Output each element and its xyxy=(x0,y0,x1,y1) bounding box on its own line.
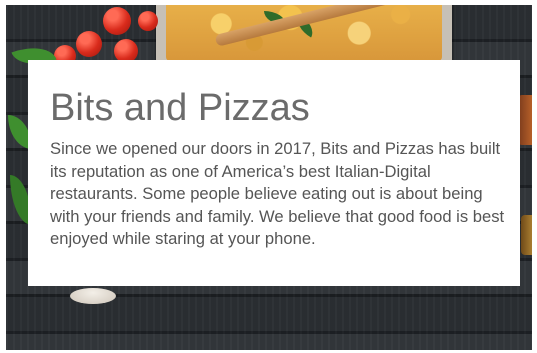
app-screen: Bits and Pizzas Since we opened our door… xyxy=(0,0,537,353)
info-card: Bits and Pizzas Since we opened our door… xyxy=(28,60,520,286)
tomato-icon xyxy=(76,31,102,57)
card-description: Since we opened our doors in 2017, Bits … xyxy=(50,139,505,249)
spice-jar xyxy=(521,215,532,255)
tomato-icon xyxy=(138,11,158,31)
spice-jar xyxy=(518,95,532,145)
garlic-clove xyxy=(70,288,116,304)
tomato-icon xyxy=(103,7,131,35)
card-title: Bits and Pizzas xyxy=(50,87,310,129)
